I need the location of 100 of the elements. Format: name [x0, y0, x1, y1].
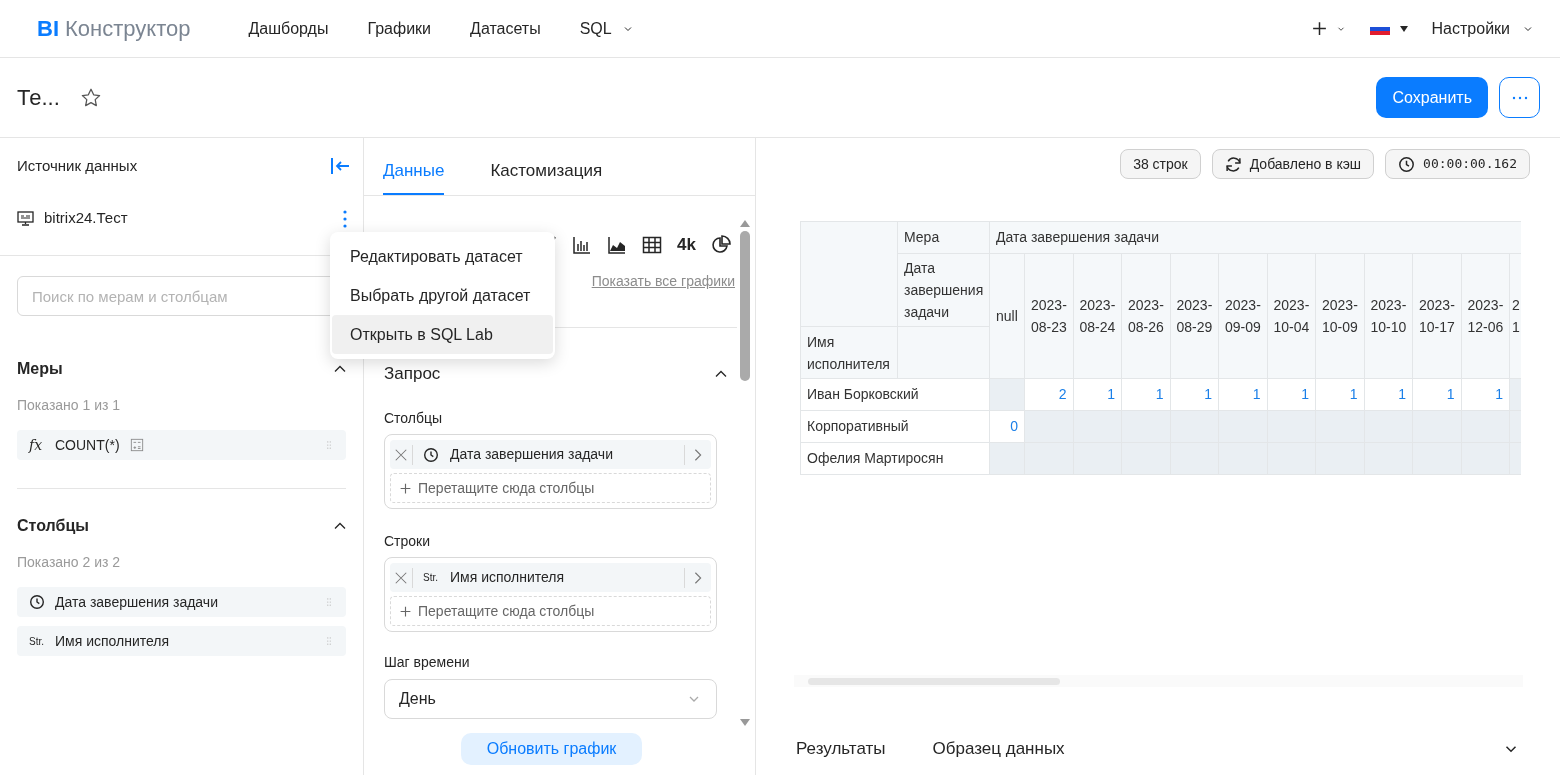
close-icon[interactable] — [394, 570, 408, 585]
caret-icon — [1399, 25, 1408, 32]
table-header-cell: Имя исполнителя — [800, 326, 898, 379]
table-header-cell: 2023-08-24 — [1073, 253, 1122, 379]
nav-link[interactable]: Графики — [367, 16, 432, 41]
tab[interactable]: Кастомизация — [490, 138, 603, 195]
tab[interactable]: Образец данных — [932, 736, 1065, 762]
table-header-cell: 2023-10-04 — [1267, 253, 1316, 379]
scrollbar-thumb[interactable] — [740, 231, 750, 381]
logo-text: Конструктор — [65, 15, 191, 43]
table-header-cell: 2023-12-06 — [1461, 253, 1510, 379]
field-item[interactable]: Дата завершения задачи — [17, 587, 346, 617]
count-text: Показано 1 из 1 — [17, 396, 122, 415]
table-header-cell: 2023-10-17 — [1412, 253, 1461, 379]
table-cell: 1 — [1073, 378, 1122, 411]
monitor-icon — [17, 211, 34, 226]
status-badge: 38 строк — [1120, 149, 1201, 179]
table-cell: 1 — [1218, 378, 1267, 411]
scroll-down-icon[interactable] — [740, 719, 750, 726]
field-item[interactable]: fx COUNT(*) — [17, 430, 346, 460]
table-header-cell: 2023-08-26 — [1121, 253, 1170, 379]
count-text: Показано 2 из 2 — [17, 553, 122, 572]
menu-item[interactable]: Редактировать датасет — [332, 237, 553, 276]
field-label: COUNT(*) — [55, 435, 120, 455]
table-header-cell: Дата завершения задачи — [989, 221, 1521, 254]
refresh-icon — [1224, 155, 1242, 173]
table-cell: 1 — [1364, 378, 1413, 411]
type-label: Str. — [29, 634, 45, 649]
row-header-cell: Офелия Мартиросян — [800, 442, 990, 475]
plus-icon — [399, 481, 412, 495]
chip-label: Дата завершения задачи — [450, 445, 614, 464]
table-header-cell: 2023-08-23 — [1024, 253, 1073, 379]
area-chart-icon[interactable] — [607, 235, 628, 255]
add-button[interactable] — [1310, 20, 1346, 37]
table-cell: 1 — [1121, 378, 1170, 411]
table-cell: 1 — [1461, 378, 1510, 411]
table-header-cell: Мера — [897, 221, 990, 254]
time-grain-select[interactable]: День — [384, 679, 717, 719]
close-icon[interactable] — [394, 447, 408, 462]
drag-handle-icon — [324, 595, 334, 609]
table-header-cell: 2023-10-09 — [1315, 253, 1364, 379]
table-cell: 1 — [1412, 378, 1461, 411]
clock-icon — [423, 446, 439, 463]
scroll-up-icon[interactable] — [740, 220, 750, 227]
drop-zone[interactable]: Str. Имя исполнителя Перетащите сюда столбцы — [384, 557, 717, 632]
calculator-icon — [129, 438, 144, 452]
collapse-icon[interactable] — [330, 157, 350, 175]
table-cell: 2 — [1024, 378, 1073, 411]
nav-link[interactable]: Дашборды — [248, 16, 329, 41]
chart-title: Те... — [17, 84, 60, 112]
table-header-cell: 2023-09-09 — [1218, 253, 1267, 379]
pie-chart-icon[interactable] — [711, 235, 731, 255]
section-title: Столбцы — [17, 516, 89, 536]
kebab-icon[interactable] — [343, 209, 347, 228]
section-title: Запрос — [384, 363, 441, 386]
type-label: Str. — [423, 571, 439, 585]
table-cell: 1 — [1315, 378, 1364, 411]
drop-hint: Перетащите сюда столбцы — [418, 478, 595, 498]
status-badge: Добавлено в кэш — [1211, 149, 1375, 179]
more-icon — [1511, 95, 1528, 100]
bar-chart-icon[interactable] — [572, 235, 593, 255]
menu-item[interactable]: Открыть в SQL Lab — [332, 315, 553, 354]
table-cell: 1 — [1170, 378, 1219, 411]
clock-icon — [29, 594, 45, 610]
settings-menu[interactable]: Настройки — [1431, 16, 1534, 41]
field-label: Имя исполнителя — [55, 631, 170, 651]
section-title: Меры — [17, 359, 63, 379]
nav-link[interactable]: SQL — [579, 16, 634, 41]
table-chart-icon[interactable] — [642, 235, 663, 255]
tab[interactable]: Результаты — [796, 736, 886, 762]
logo-mark: BI — [37, 15, 59, 43]
big-number-chart-option[interactable]: 4k — [677, 232, 696, 258]
row-header-cell: Корпоративный — [800, 410, 990, 443]
field-label: Дата завершения задачи — [55, 592, 218, 612]
save-button[interactable]: Сохранить — [1376, 77, 1488, 118]
column-chip[interactable]: Дата завершения задачи — [390, 440, 711, 469]
drag-handle-icon — [324, 438, 334, 452]
field-label: Строки — [384, 532, 432, 551]
field-label: Столбцы — [384, 409, 444, 428]
drag-handle-icon — [324, 634, 334, 648]
table-header-cell: 2023-10-10 — [1364, 253, 1413, 379]
clock-icon — [1398, 155, 1416, 173]
row-header-cell: Иван Борковский — [800, 378, 990, 411]
dataset-name: bitrix24.Тест — [44, 208, 129, 229]
drop-hint: Перетащите сюда столбцы — [418, 601, 595, 621]
drop-zone[interactable]: Дата завершения задачи Перетащите сюда столбцы — [384, 434, 717, 509]
table-header-cell: 2023-08-29 — [1170, 253, 1219, 379]
horizontal-scrollbar[interactable] — [794, 675, 1523, 687]
type-label: fx — [29, 435, 44, 455]
nav-link[interactable]: Датасеты — [470, 16, 541, 41]
field-label: Шаг времени — [384, 653, 471, 672]
chip-label: Имя исполнителя — [450, 568, 566, 587]
star-icon[interactable] — [79, 86, 102, 109]
more-button[interactable] — [1499, 77, 1540, 118]
table-cell: 1 — [1267, 378, 1316, 411]
table-header-cell: Дата завершения задачи — [897, 253, 990, 327]
table-header-cell: null — [989, 253, 1025, 379]
column-chip[interactable]: Str. Имя исполнителя — [390, 563, 711, 592]
tab[interactable]: Данные — [383, 138, 445, 195]
field-item[interactable]: Str. Имя исполнителя — [17, 626, 346, 656]
